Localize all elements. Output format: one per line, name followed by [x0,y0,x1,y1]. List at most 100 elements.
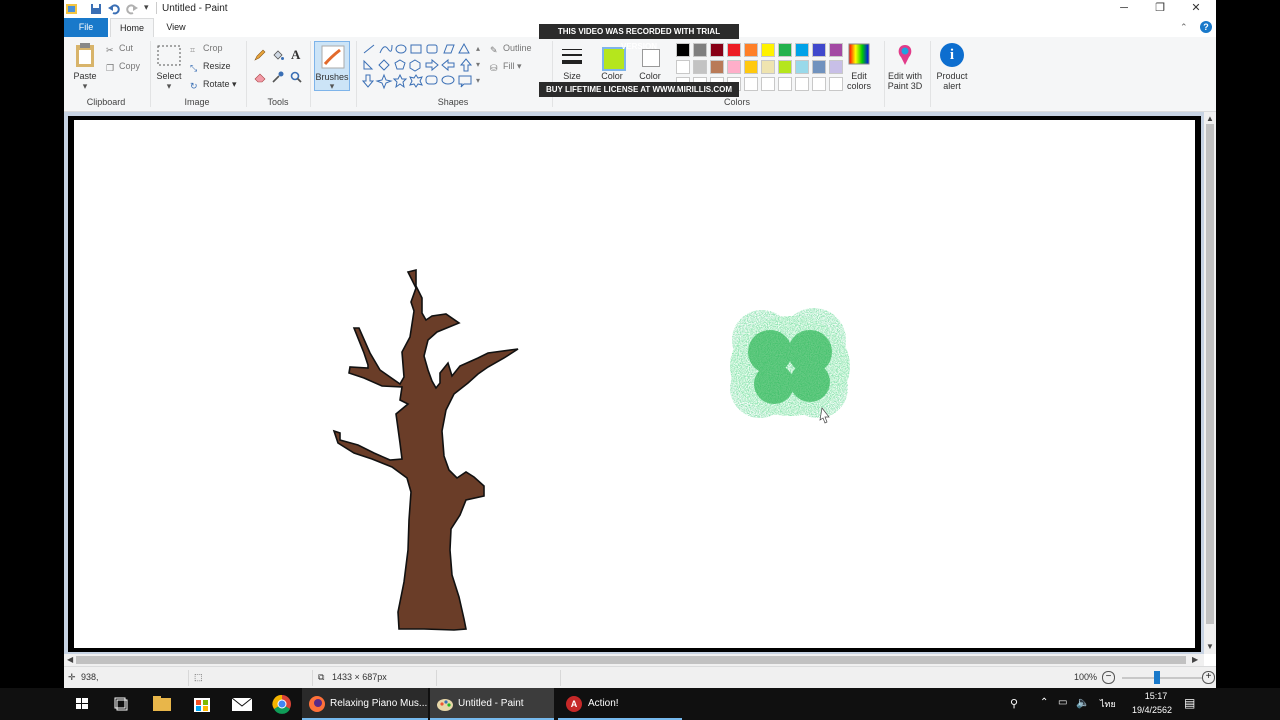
vertical-scrollbar[interactable]: ▲ ▼ [1204,112,1216,654]
palette-swatch[interactable] [778,43,792,57]
tab-home[interactable]: Home [110,18,154,37]
paint3d-icon[interactable] [894,43,916,67]
pencil-icon[interactable] [254,49,266,61]
custom-color-slot[interactable] [761,77,775,91]
palette-swatch[interactable] [778,60,792,74]
volume-icon[interactable]: 🔈 [1076,696,1090,709]
collapse-ribbon-icon[interactable]: ⌃ [1180,22,1188,33]
color-picker-icon[interactable] [272,71,284,83]
network-icon[interactable]: ▭ [1058,697,1067,708]
minimize-button[interactable]: ─ [1106,0,1142,18]
taskbar-app-action[interactable]: A Action! [558,688,682,720]
zoom-in-button[interactable]: + [1202,671,1215,684]
scroll-up-icon[interactable]: ▲ [1206,114,1214,123]
scroll-left-icon[interactable]: ◀ [67,655,73,664]
vertical-scroll-thumb[interactable] [1206,124,1214,624]
paint3d-button[interactable]: Edit with Paint 3D [882,71,928,91]
magnifier-icon[interactable] [290,71,302,83]
scroll-right-icon[interactable]: ▶ [1192,655,1198,664]
shapes-gallery[interactable] [361,41,486,93]
palette-swatch[interactable] [710,60,724,74]
tab-view[interactable]: View [156,18,196,37]
drawing-canvas[interactable] [74,120,1195,648]
task-view-icon[interactable] [102,688,142,720]
paste-icon[interactable] [74,42,96,68]
action-center-icon[interactable]: ▤ [1184,696,1195,710]
scroll-down-icon[interactable]: ▼ [1206,642,1214,651]
cut-button[interactable]: ✂ Cut [106,43,133,55]
custom-color-slot[interactable] [778,77,792,91]
qat-dropdown-icon[interactable]: ▾ [144,2,149,13]
horizontal-scroll-thumb[interactable] [76,656,1186,664]
select-button[interactable]: Select [152,71,186,81]
horizontal-scrollbar[interactable]: ◀ ▶ [64,654,1204,666]
product-alert-button[interactable]: Product alert [930,71,974,91]
select-icon[interactable] [157,45,181,67]
clock-date[interactable]: 19/4/2562 [1126,705,1178,715]
size-button[interactable]: Size [554,71,590,81]
brushes-button[interactable]: Brushes ▾ [314,41,350,91]
show-hidden-icons[interactable]: ⌃ [1040,697,1048,708]
info-icon[interactable]: i [940,43,964,67]
taskbar-app-paint[interactable]: Untitled - Paint [430,688,554,720]
custom-color-slot[interactable] [812,77,826,91]
eraser-icon[interactable] [254,71,266,83]
palette-swatch[interactable] [744,43,758,57]
palette-swatch[interactable] [795,43,809,57]
close-button[interactable]: ✕ [1178,0,1214,18]
palette-swatch[interactable] [761,60,775,74]
shapes-scroll[interactable]: ▴ ▾ ▾ [476,41,480,89]
people-icon[interactable]: ⚲ [1010,697,1018,710]
palette-swatch[interactable] [761,43,775,57]
rotate-button[interactable]: ↻ Rotate ▾ [190,79,237,91]
palette-swatch[interactable] [727,43,741,57]
color2-button[interactable]: Color [632,71,668,81]
zoom-slider-thumb[interactable] [1154,671,1160,684]
text-tool-icon[interactable]: A [291,47,300,63]
outline-button[interactable]: ✎ Outline [490,43,532,55]
palette-swatch[interactable] [676,60,690,74]
palette-swatch[interactable] [693,60,707,74]
fill-bucket-icon[interactable] [272,49,284,61]
palette-swatch[interactable] [812,60,826,74]
palette-swatch[interactable] [744,60,758,74]
edit-colors-button[interactable]: Edit colors [838,71,880,91]
palette-swatch[interactable] [812,43,826,57]
windows-start-icon[interactable] [62,688,102,720]
help-icon[interactable]: ? [1200,21,1212,33]
store-icon[interactable] [182,688,222,720]
mail-icon[interactable] [222,688,262,720]
crop-button[interactable]: ⌗ Crop [190,43,223,55]
edit-colors-icon[interactable] [848,43,870,65]
paste-dropdown-icon[interactable]: ▾ [68,81,102,91]
color1-button[interactable]: Color [594,71,630,81]
chrome-icon[interactable] [262,688,302,720]
redo-icon[interactable] [126,3,138,15]
zoom-out-button[interactable]: − [1102,671,1115,684]
palette-swatch[interactable] [693,43,707,57]
zoom-slider[interactable] [1122,677,1202,679]
taskbar-app-label: Action! [588,698,619,709]
size-icon[interactable] [560,45,584,67]
save-icon[interactable] [90,3,102,15]
palette-swatch[interactable] [727,60,741,74]
custom-color-slot[interactable] [795,77,809,91]
crop-label: Crop [203,43,223,53]
fill-button[interactable]: ⛁ Fill ▾ [490,61,522,73]
taskbar-app-firefox[interactable]: Relaxing Piano Mus... [302,688,428,720]
input-language[interactable]: ไทย [1100,697,1116,711]
undo-icon[interactable] [108,3,120,15]
resize-button[interactable]: ⤡ Resize [190,61,231,73]
paste-button[interactable]: Paste [68,71,102,81]
select-dropdown-icon[interactable]: ▾ [152,81,186,91]
palette-swatch[interactable] [829,43,843,57]
palette-swatch[interactable] [710,43,724,57]
custom-color-slot[interactable] [744,77,758,91]
clock-time[interactable]: 15:17 [1136,691,1176,701]
tab-file[interactable]: File [64,18,108,37]
restore-button[interactable]: ❐ [1142,0,1178,18]
palette-swatch[interactable] [795,60,809,74]
copy-button[interactable]: ❐ Copy [106,61,140,73]
palette-swatch[interactable] [676,43,690,57]
file-explorer-icon[interactable] [142,688,182,720]
